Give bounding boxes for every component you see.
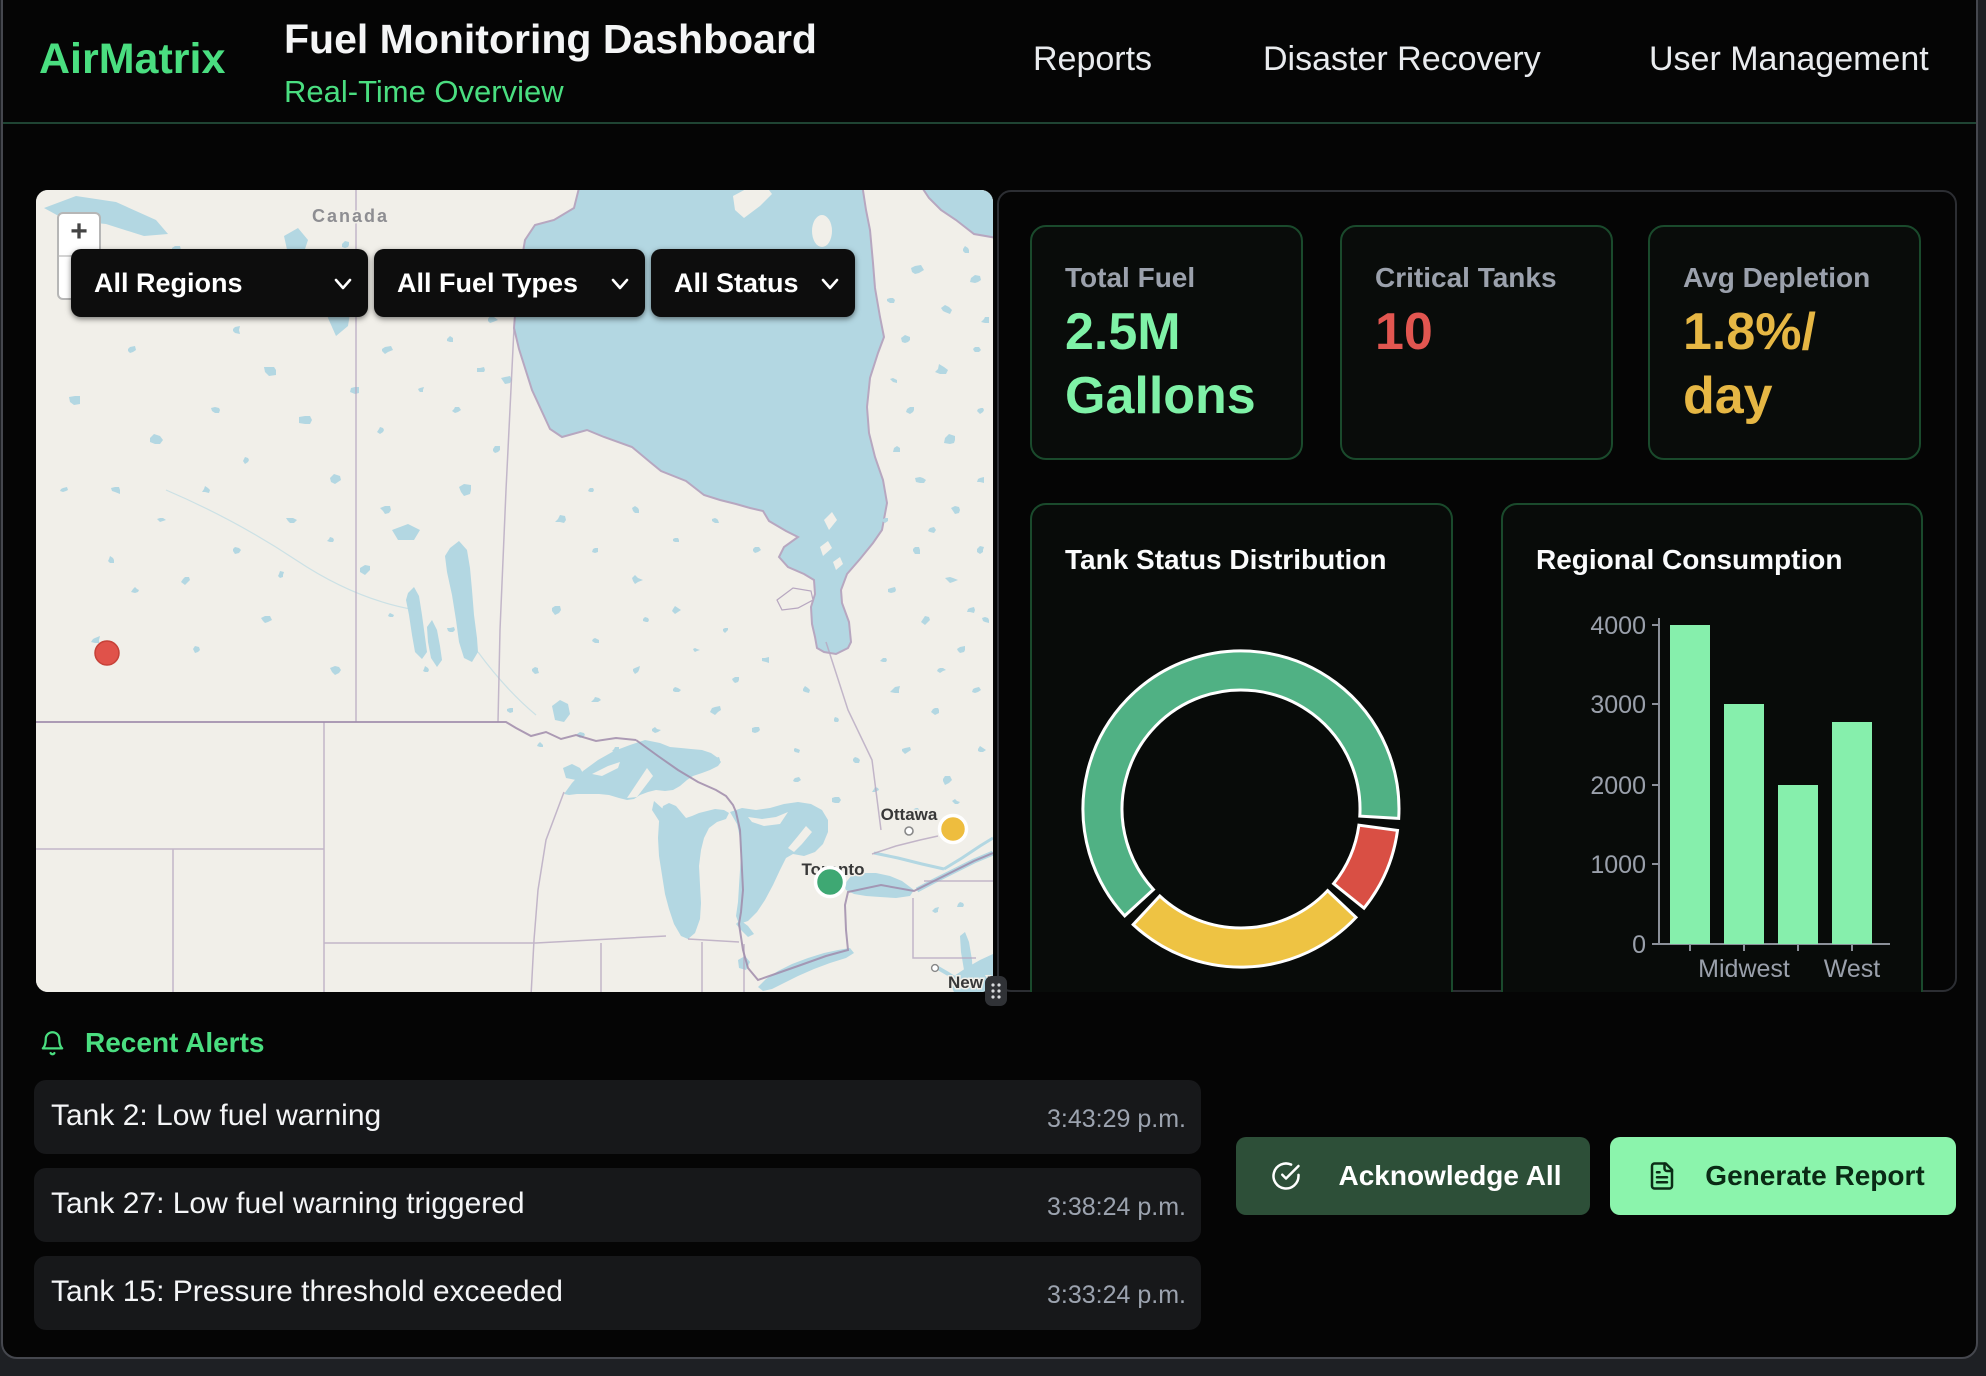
- svg-text:3000: 3000: [1590, 691, 1646, 719]
- svg-text:0: 0: [1632, 931, 1646, 959]
- svg-text:Ottawa: Ottawa: [881, 805, 938, 824]
- svg-text:1000: 1000: [1590, 851, 1646, 879]
- svg-text:Midwest: Midwest: [1698, 955, 1790, 983]
- svg-text:2000: 2000: [1590, 772, 1646, 800]
- svg-text:Canada: Canada: [312, 206, 389, 226]
- svg-text:4000: 4000: [1590, 612, 1646, 640]
- svg-text:West: West: [1824, 955, 1881, 983]
